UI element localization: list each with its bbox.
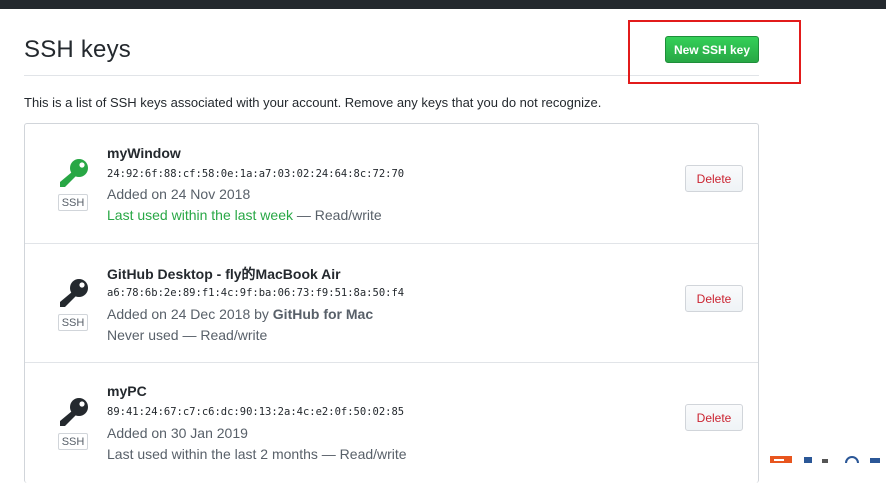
- ssh-key-row: SSH myWindow 24:92:6f:88:cf:58:0e:1a:a7:…: [25, 124, 758, 243]
- key-added-by: GitHub for Mac: [272, 306, 374, 322]
- key-added-date: Added on 24 Dec 2018 by GitHub for Mac: [107, 306, 373, 322]
- ssh-badge: SSH: [58, 194, 88, 211]
- page-title: SSH keys: [24, 36, 131, 63]
- key-fingerprint: 24:92:6f:88:cf:58:0e:1a:a7:03:02:24:64:8…: [107, 168, 405, 180]
- system-tray: [770, 452, 886, 463]
- key-title: myPC: [107, 383, 147, 399]
- intro-text: This is a list of SSH keys associated wi…: [24, 95, 602, 110]
- delete-key-button[interactable]: Delete: [685, 165, 743, 192]
- key-usage: Last used within the last week — Read/wr…: [107, 207, 382, 223]
- key-fingerprint: 89:41:24:67:c7:c6:dc:90:13:2a:4c:e2:0f:5…: [107, 406, 405, 418]
- key-icon: [57, 276, 91, 310]
- key-usage: Last used within the last 2 months — Rea…: [107, 446, 407, 462]
- annotation-highlight-box: [628, 20, 801, 84]
- key-usage: Never used — Read/write: [107, 327, 268, 343]
- key-icon: [57, 156, 91, 190]
- key-added-date: Added on 30 Jan 2019: [107, 425, 248, 441]
- key-access-level: — Read/write: [293, 207, 382, 223]
- key-icon: [57, 395, 91, 429]
- key-added-prefix: Added on 24 Dec 2018 by: [107, 306, 273, 322]
- ssh-badge: SSH: [58, 433, 88, 450]
- ssh-badge: SSH: [58, 314, 88, 331]
- key-last-used: Last used within the last week: [107, 207, 293, 223]
- key-fingerprint: a6:78:6b:2e:89:f1:4c:9f:ba:06:73:f9:51:8…: [107, 287, 405, 299]
- key-added-date: Added on 24 Nov 2018: [107, 186, 251, 202]
- delete-key-button[interactable]: Delete: [685, 404, 743, 431]
- top-navigation-bar: [0, 0, 886, 9]
- delete-key-button[interactable]: Delete: [685, 285, 743, 312]
- key-title: GitHub Desktop - fly的MacBook Air: [107, 266, 341, 282]
- ssh-keys-list: SSH myWindow 24:92:6f:88:cf:58:0e:1a:a7:…: [24, 123, 759, 483]
- ssh-key-row: SSH myPC 89:41:24:67:c7:c6:dc:90:13:2a:4…: [25, 362, 758, 481]
- ssh-key-row: SSH GitHub Desktop - fly的MacBook Air a6:…: [25, 243, 758, 362]
- key-title: myWindow: [107, 145, 181, 161]
